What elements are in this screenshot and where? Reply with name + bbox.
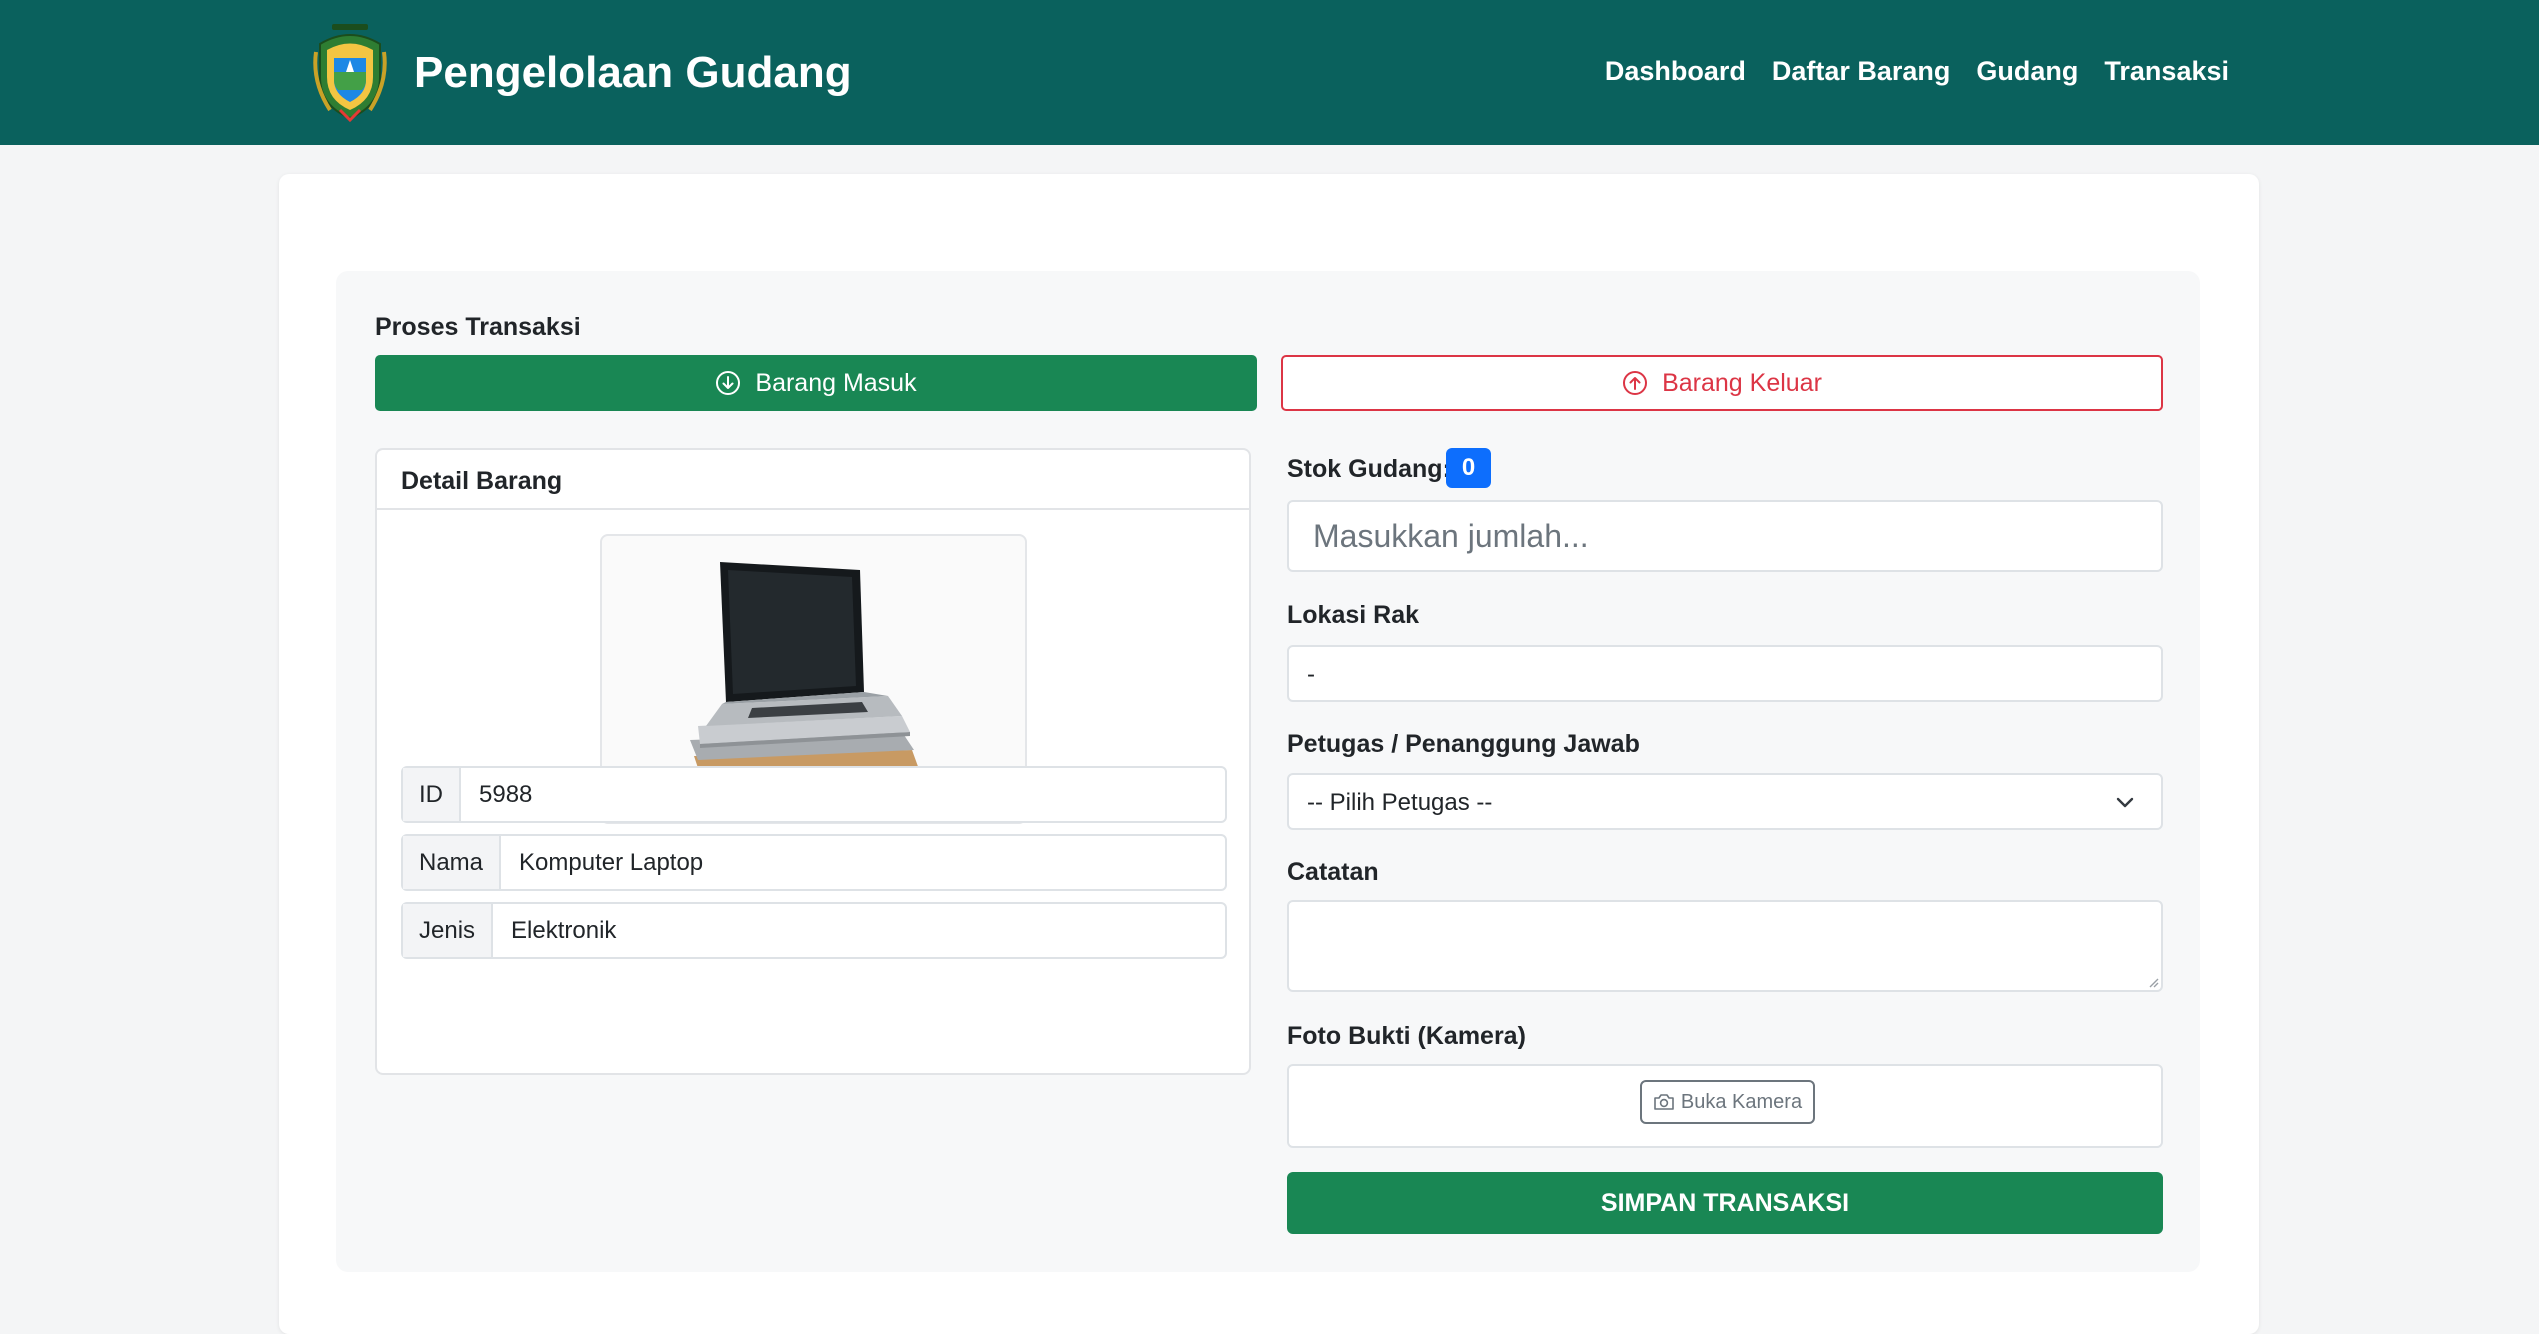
nav-gudang[interactable]: Gudang — [1976, 56, 2078, 87]
photo-label: Foto Bukti (Kamera) — [1287, 1022, 1526, 1050]
nav-transaksi[interactable]: Transaksi — [2104, 56, 2229, 87]
rak-field[interactable]: - — [1287, 645, 2163, 702]
open-camera-button[interactable]: Buka Kamera — [1640, 1080, 1815, 1124]
notes-label: Catatan — [1287, 858, 1379, 886]
officer-label: Petugas / Penanggung Jawab — [1287, 730, 1640, 758]
nav-daftar-barang[interactable]: Daftar Barang — [1772, 56, 1951, 87]
nama-label: Nama — [403, 836, 502, 889]
notes-field — [1287, 900, 2163, 992]
nav-dashboard[interactable]: Dashboard — [1605, 56, 1746, 87]
open-camera-label: Buka Kamera — [1680, 1090, 1803, 1113]
barang-keluar-label: Barang Keluar — [1662, 368, 1822, 397]
detail-card-title: Detail Barang — [401, 467, 563, 495]
stock-badge: 0 — [1446, 448, 1491, 488]
stock-label: Stok Gudang: — [1287, 455, 1451, 483]
navbar: Pengelolaan Gudang Dashboard Daftar Bara… — [0, 0, 2539, 145]
rak-label: Lokasi Rak — [1287, 601, 1420, 629]
save-transaction-button[interactable]: SIMPAN TRANSAKSI — [1287, 1172, 2163, 1234]
chevron-down-icon — [2116, 797, 2134, 808]
section-label: Proses Transaksi — [375, 313, 581, 341]
app-title[interactable]: Pengelolaan Gudang — [414, 48, 852, 98]
quantity-field — [1287, 500, 2163, 572]
quantity-input[interactable] — [1289, 502, 2161, 570]
id-value: 5988 — [479, 780, 533, 808]
jenis-label: Jenis — [403, 904, 494, 957]
id-field: ID 5988 — [401, 766, 1227, 823]
notes-textarea[interactable] — [1289, 902, 2161, 988]
main-nav: Dashboard Daftar Barang Gudang Transaksi — [1605, 56, 2229, 87]
camera-icon — [1654, 1094, 1674, 1110]
arrow-down-circle-icon — [716, 371, 741, 395]
detail-card-header: Detail Barang — [377, 450, 1249, 510]
barang-masuk-button[interactable]: Barang Masuk — [375, 355, 1257, 411]
officer-selected-value: -- Pilih Petugas -- — [1307, 789, 1493, 816]
rak-value: - — [1307, 661, 1315, 688]
officer-select[interactable]: -- Pilih Petugas -- — [1287, 773, 2163, 830]
id-label: ID — [403, 768, 461, 821]
resize-handle-icon[interactable] — [2147, 976, 2159, 988]
nama-value: Komputer Laptop — [519, 848, 704, 876]
barang-masuk-label: Barang Masuk — [755, 368, 917, 397]
jenis-value: Elektronik — [511, 916, 617, 944]
arrow-up-circle-icon — [1623, 371, 1648, 395]
barang-keluar-button[interactable]: Barang Keluar — [1281, 355, 2163, 411]
city-emblem-logo[interactable] — [310, 22, 390, 122]
camera-field: Buka Kamera — [1287, 1064, 2163, 1148]
jenis-field: Jenis Elektronik — [401, 902, 1227, 959]
detail-barang-card: Detail Barang ID 5988 Nama Komputer Lapt… — [375, 448, 1251, 1075]
nama-field: Nama Komputer Laptop — [401, 834, 1227, 891]
